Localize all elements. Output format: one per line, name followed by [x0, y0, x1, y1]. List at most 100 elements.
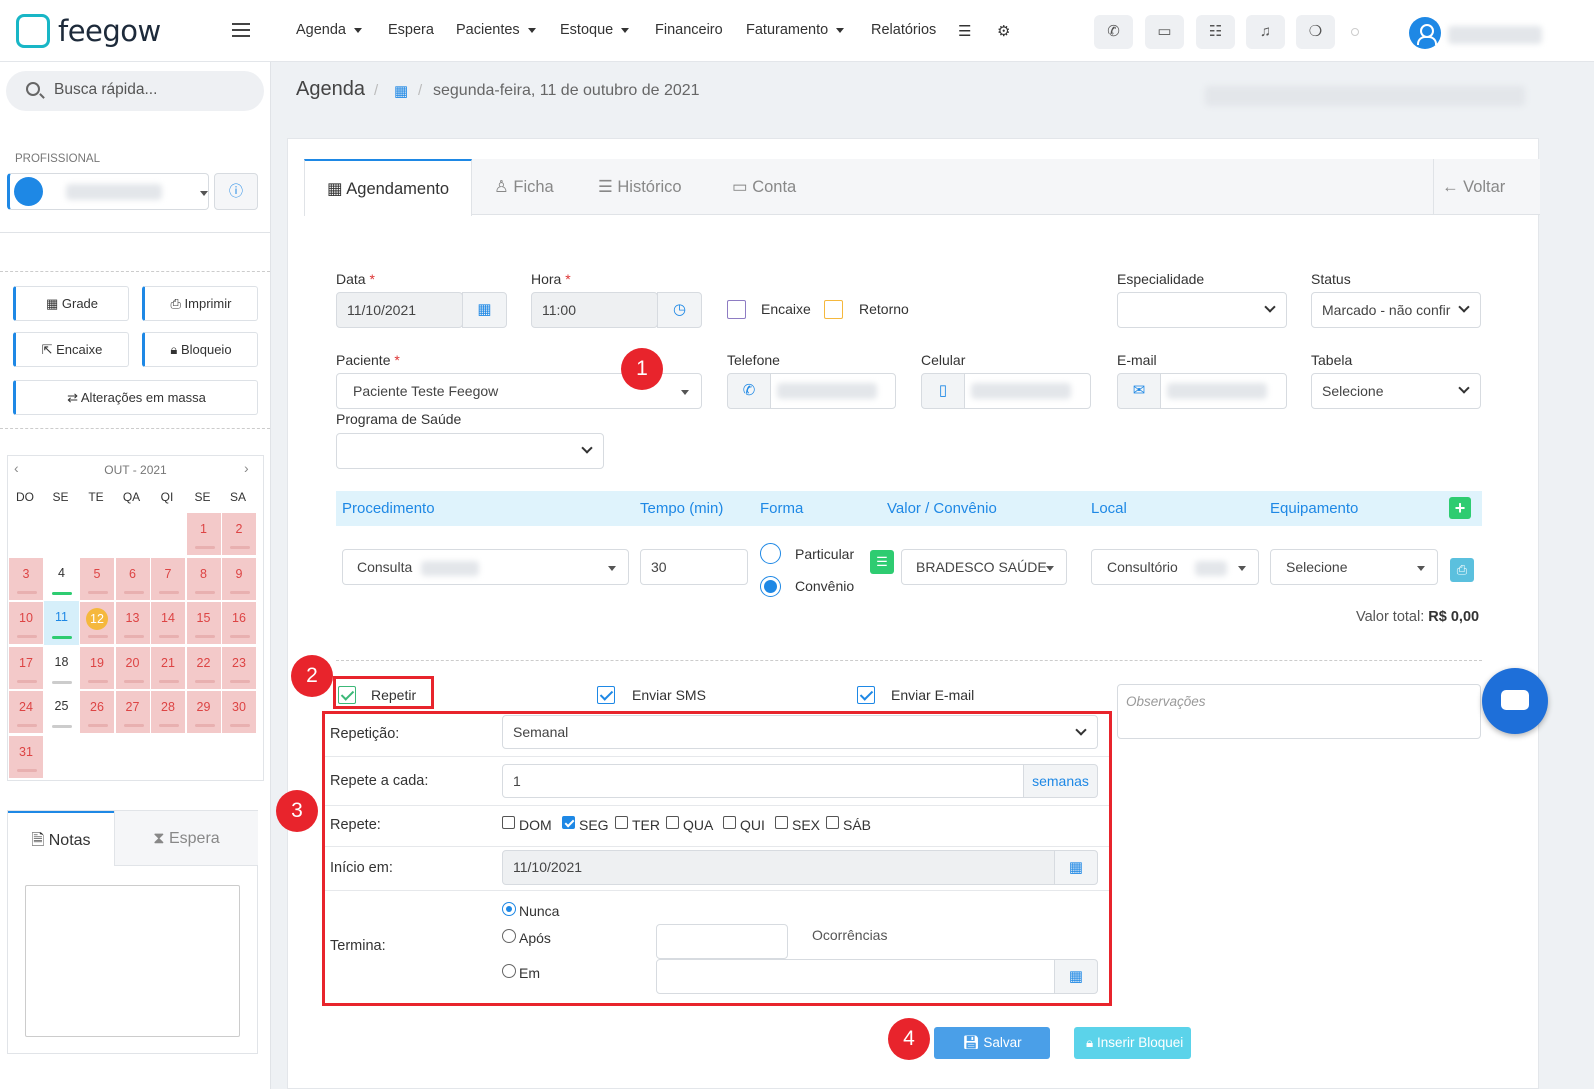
- nav-faturamento[interactable]: Faturamento: [746, 22, 845, 38]
- hamburger-menu-icon[interactable]: [232, 23, 250, 37]
- calendar-weekday: SE: [52, 490, 69, 504]
- nav-estoque[interactable]: Estoque: [560, 22, 630, 38]
- user-avatar[interactable]: [1409, 17, 1441, 49]
- calendar-day[interactable]: 16: [221, 601, 257, 645]
- calendar-icon[interactable]: ▦: [394, 82, 408, 100]
- encaixe-button[interactable]: ⇱ Encaixe: [13, 332, 129, 367]
- encaixe-checkbox[interactable]: [727, 300, 746, 319]
- imprimir-button[interactable]: ⎙ Imprimir: [142, 286, 258, 321]
- grade-button[interactable]: ▦ Grade: [13, 286, 129, 321]
- gear-icon[interactable]: ⚙: [997, 22, 1010, 40]
- tab-espera[interactable]: ⧗ Espera: [114, 811, 258, 866]
- tab-conta[interactable]: ▭ Conta: [710, 159, 818, 215]
- calendar-day[interactable]: 22: [185, 645, 222, 690]
- telefone-input[interactable]: [770, 373, 896, 409]
- profissional-select[interactable]: [7, 173, 209, 210]
- inserir-bloqueio-button[interactable]: 🔒︎ Inserir Bloquei: [1074, 1027, 1191, 1059]
- particular-radio[interactable]: [760, 543, 781, 564]
- email-input[interactable]: [1160, 373, 1287, 409]
- calendar-day[interactable]: 24: [8, 690, 44, 734]
- calendar-day[interactable]: 18: [44, 646, 80, 690]
- calendar-day[interactable]: 25: [44, 690, 80, 734]
- tasks-icon[interactable]: ☷: [1196, 15, 1235, 49]
- back-button[interactable]: ← Voltar: [1433, 159, 1515, 215]
- programa-saude-select[interactable]: [336, 433, 604, 469]
- data-input[interactable]: 11/10/2021: [336, 292, 463, 328]
- enviar-sms-checkbox[interactable]: [597, 686, 615, 704]
- clock-icon[interactable]: ◷: [657, 292, 702, 328]
- bloqueio-button[interactable]: 🔒︎ Bloqueio: [142, 332, 258, 367]
- chat-widget-button[interactable]: [1482, 668, 1548, 734]
- tab-notas[interactable]: 🗎 Notas: [8, 811, 114, 866]
- alteracoes-em-massa-button[interactable]: ⇄ Alterações em massa: [13, 380, 258, 415]
- calendar-day[interactable]: 27: [114, 690, 151, 734]
- notes-textarea[interactable]: [25, 885, 240, 1037]
- next-month-icon[interactable]: ›: [244, 460, 249, 476]
- calendar-day[interactable]: 15: [185, 601, 222, 645]
- calendar-day[interactable]: 5: [79, 556, 115, 601]
- nav-financeiro[interactable]: Financeiro: [655, 22, 723, 38]
- calendar-day[interactable]: 31: [8, 734, 44, 779]
- bell-icon[interactable]: ♫: [1246, 15, 1285, 49]
- database-icon[interactable]: ☰: [958, 22, 971, 40]
- calendar-day[interactable]: 12: [79, 601, 115, 645]
- phone-icon[interactable]: ✆: [1094, 15, 1133, 49]
- nav-espera[interactable]: Espera: [388, 22, 434, 38]
- local-select[interactable]: Consultório: [1091, 549, 1259, 585]
- calendar-day[interactable]: 20: [114, 645, 151, 690]
- calendar-day[interactable]: 14: [150, 601, 186, 645]
- chat-icon[interactable]: ❍: [1296, 15, 1335, 49]
- calendar-day[interactable]: 8: [185, 556, 222, 601]
- calendar-day[interactable]: 29: [185, 690, 222, 734]
- tabela-select[interactable]: Selecione: [1311, 373, 1481, 409]
- annotation-badge-3: 3: [276, 790, 318, 832]
- tab-historico[interactable]: ☰ Histórico: [576, 159, 704, 215]
- inbox-icon[interactable]: ▭: [1145, 15, 1184, 49]
- calendar-day-marker: [51, 680, 72, 684]
- list-icon[interactable]: ☰: [870, 550, 894, 574]
- equipamento-select[interactable]: Selecione: [1270, 549, 1438, 585]
- tab-agendamento[interactable]: ▦ Agendamento: [304, 159, 472, 216]
- calendar-day[interactable]: 6: [114, 556, 151, 601]
- calendar-day[interactable]: 3: [8, 556, 44, 601]
- calendar-day[interactable]: 4: [44, 557, 80, 601]
- add-procedure-button[interactable]: +: [1449, 497, 1471, 519]
- procedimento-select[interactable]: Consulta: [342, 549, 629, 585]
- calendar-day[interactable]: 9: [221, 556, 257, 601]
- calendar-day[interactable]: 30: [221, 690, 257, 734]
- calendar-day[interactable]: 28: [150, 690, 186, 734]
- calendar-day[interactable]: 17: [8, 645, 44, 690]
- nav-agenda[interactable]: Agenda: [296, 22, 362, 38]
- th-forma: Forma: [760, 500, 804, 517]
- tabela-label: Tabela: [1311, 352, 1353, 368]
- data-calendar-icon[interactable]: ▦: [462, 292, 507, 328]
- info-button[interactable]: ⓘ: [214, 173, 258, 210]
- retorno-checkbox[interactable]: [824, 300, 843, 319]
- calendar-day[interactable]: 11: [43, 601, 80, 645]
- enviar-email-checkbox[interactable]: [857, 686, 875, 704]
- calendar-day[interactable]: 7: [150, 556, 186, 601]
- salvar-button[interactable]: 💾︎ Salvar: [934, 1027, 1050, 1059]
- calendar-day[interactable]: 10: [8, 601, 44, 645]
- calendar-day[interactable]: 1: [185, 512, 222, 556]
- phone-redacted: [777, 383, 877, 399]
- convenio-radio[interactable]: [760, 576, 781, 597]
- calendar-day[interactable]: 19: [79, 645, 115, 690]
- quick-search-input[interactable]: Busca rápida...: [6, 71, 264, 111]
- calendar-day[interactable]: 2: [221, 512, 257, 556]
- convenio-select[interactable]: BRADESCO SAÚDE: [901, 549, 1067, 585]
- calendar-day[interactable]: 23: [221, 645, 257, 690]
- tempo-input[interactable]: 30: [640, 549, 748, 585]
- celular-input[interactable]: [964, 373, 1091, 409]
- calendar-day[interactable]: 26: [79, 690, 115, 734]
- print-icon[interactable]: ⎙: [1450, 558, 1474, 582]
- especialidade-select[interactable]: [1117, 292, 1287, 328]
- hora-input[interactable]: 11:00: [531, 292, 658, 328]
- nav-relatorios[interactable]: Relatórios: [871, 22, 936, 38]
- calendar-day[interactable]: 13: [114, 601, 151, 645]
- tab-ficha[interactable]: ♙ Ficha: [472, 159, 576, 215]
- calendar-day[interactable]: 21: [150, 645, 186, 690]
- nav-pacientes[interactable]: Pacientes: [456, 22, 536, 38]
- observacoes-textarea[interactable]: Observações: [1117, 684, 1481, 739]
- status-select[interactable]: Marcado - não confir: [1311, 292, 1481, 328]
